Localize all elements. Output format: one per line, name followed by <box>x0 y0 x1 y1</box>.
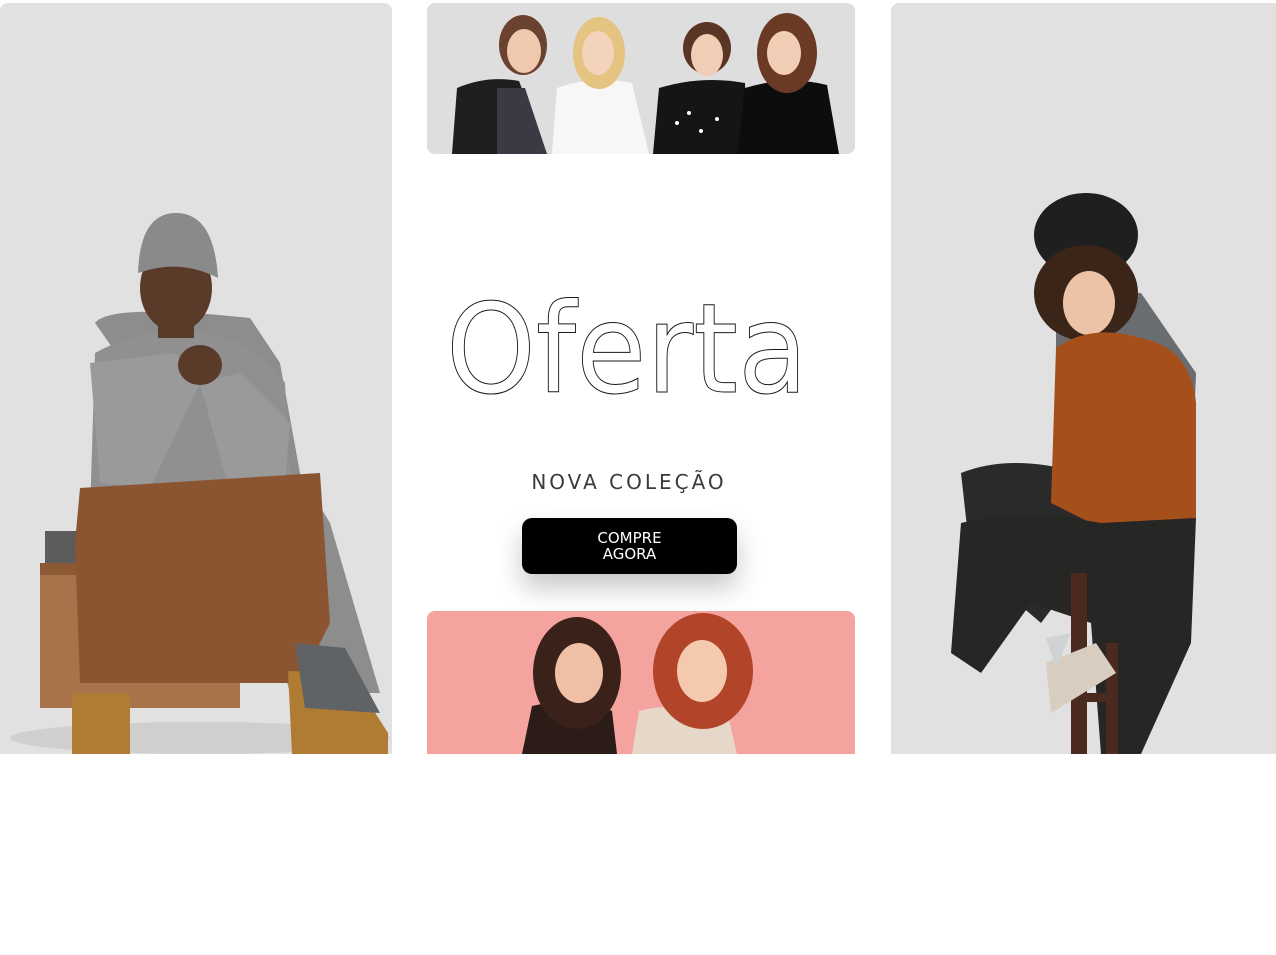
collection-subtitle: NOVA COLEÇÃO <box>531 470 727 494</box>
bottom-models-image <box>427 611 855 754</box>
shop-now-button[interactable]: COMPRE AGORA <box>522 518 737 574</box>
man-sitting-illustration <box>10 213 390 754</box>
headline: Oferta <box>446 282 809 402</box>
two-women-illustration <box>522 613 753 754</box>
left-model-image <box>0 3 392 754</box>
four-women-illustration <box>452 13 839 154</box>
two-men-illustration <box>951 193 1196 754</box>
right-model-image <box>891 3 1276 754</box>
headline-text: Oferta <box>446 282 808 402</box>
shop-now-button-label: COMPRE AGORA <box>597 529 662 563</box>
top-models-image <box>427 3 855 154</box>
